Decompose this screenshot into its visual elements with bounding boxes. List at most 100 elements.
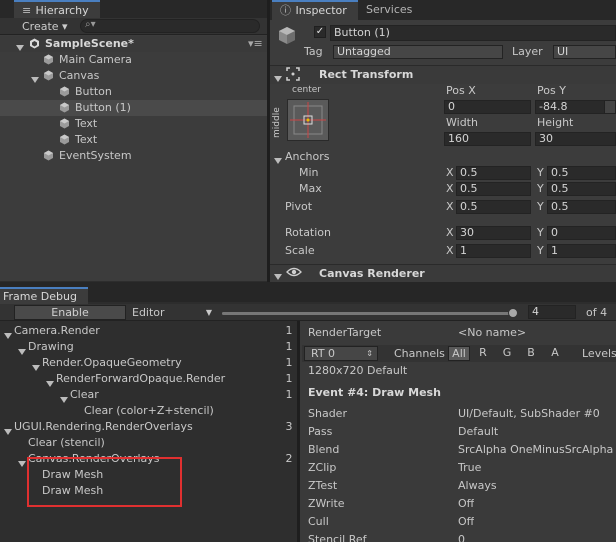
event-tree-item[interactable]: Render.OpaqueGeometry 1	[0, 355, 296, 371]
height-label: Height	[537, 116, 574, 129]
object-name-field[interactable]: Button (1)	[330, 25, 616, 41]
property-key: Pass	[308, 425, 333, 438]
event-count: 1	[285, 324, 293, 337]
tab-services[interactable]: Services	[358, 0, 428, 20]
event-title: Event #4: Draw Mesh	[308, 386, 441, 399]
event-tree-content: Camera.Render 1 Drawing 1 Render.OpaqueGeome…	[0, 323, 296, 541]
enable-button[interactable]: Enable	[14, 305, 126, 320]
scale-x-field[interactable]: 1	[456, 244, 531, 258]
blueprint-button[interactable]	[604, 100, 616, 114]
hierarchy-item-label: Button	[75, 85, 112, 98]
pos-y-label: Pos Y	[537, 84, 566, 97]
channel-button-g[interactable]: G	[496, 346, 518, 361]
render-target-label: RenderTarget	[308, 326, 382, 339]
pivot-y-label: Y	[537, 200, 544, 213]
channels-label: Channels	[394, 347, 445, 360]
anchor-preset-button[interactable]	[287, 99, 329, 141]
search-input[interactable]: ⌕▾	[80, 19, 260, 33]
rt-select[interactable]: RT 0 ⇕	[304, 346, 378, 361]
property-value: UI/Default, SubShader #0	[458, 407, 600, 420]
gameobject-icon	[43, 150, 54, 161]
tab-frame-debug[interactable]: Frame Debug	[0, 287, 88, 305]
event-slider[interactable]	[222, 308, 518, 318]
editor-dropdown[interactable]: Editor ▼	[132, 305, 216, 320]
tab-hierarchy[interactable]: ≡ Hierarchy	[14, 0, 100, 20]
render-target-value[interactable]: <No name>	[458, 326, 526, 340]
active-checkbox[interactable]: ✓	[314, 26, 326, 38]
frame-debug-tabbar	[0, 282, 616, 302]
slider-handle[interactable]	[508, 308, 518, 318]
tag-dropdown[interactable]: Untagged	[333, 45, 503, 59]
hierarchy-item[interactable]: EventSystem	[0, 148, 268, 164]
rotation-x-field[interactable]: 30	[456, 226, 531, 240]
event-total-label: of 4	[586, 306, 608, 319]
scene-menu-icon[interactable]: ▾≡	[248, 36, 263, 52]
hierarchy-item[interactable]: Button	[0, 84, 268, 100]
hierarchy-item[interactable]: Text	[0, 116, 268, 132]
hierarchy-item[interactable]: Main Camera	[0, 52, 268, 68]
gameobject-icon	[59, 118, 70, 129]
event-tree-item-label: UGUI.Rendering.RenderOverlays	[14, 420, 193, 433]
width-field[interactable]: 160	[444, 132, 531, 146]
min-x-field[interactable]: 0.5	[456, 166, 531, 180]
layer-dropdown[interactable]: UI	[553, 45, 616, 59]
pivot-y-field[interactable]: 0.5	[547, 200, 616, 214]
event-count: 3	[285, 420, 293, 433]
event-index-field[interactable]: 4	[528, 305, 576, 319]
event-count: 1	[285, 356, 293, 369]
levels-label[interactable]: Levels	[582, 346, 616, 361]
tab-inspector[interactable]: ⓘ Inspector	[272, 0, 358, 20]
gameobject-icon	[43, 70, 54, 81]
canvas-renderer-title: Canvas Renderer	[319, 267, 425, 280]
event-tree-item[interactable]: Clear 1	[0, 387, 296, 403]
scale-y-label: Y	[537, 244, 544, 257]
channel-button-r[interactable]: R	[472, 346, 494, 361]
pivot-x-field[interactable]: 0.5	[456, 200, 531, 214]
channel-button-b[interactable]: B	[520, 346, 542, 361]
hierarchy-item-label: Text	[75, 117, 98, 130]
pos-x-field[interactable]: 0	[444, 100, 531, 114]
event-tree-item[interactable]: Clear (color+Z+stencil)	[0, 403, 296, 419]
resolution-label: 1280x720 Default	[308, 364, 408, 377]
max-x-field[interactable]: 0.5	[456, 182, 531, 196]
property-value: SrcAlpha OneMinusSrcAlpha	[458, 443, 614, 456]
property-value: 0	[458, 533, 465, 542]
property-value: Off	[458, 497, 475, 510]
gameobject-icon	[59, 102, 70, 113]
property-key: ZWrite	[308, 497, 345, 510]
event-tree-item[interactable]: Drawing 1	[0, 339, 296, 355]
event-tree-item-label: Render.OpaqueGeometry	[42, 356, 182, 369]
event-tree-item-label: Camera.Render	[14, 324, 100, 337]
max-label: Max	[299, 182, 322, 195]
anchors-expand-arrow-icon[interactable]	[274, 154, 282, 167]
scene-row[interactable]	[0, 36, 268, 52]
scale-y-field[interactable]: 1	[547, 244, 616, 258]
event-count: 1	[285, 372, 293, 385]
rect-collapse-arrow-icon[interactable]	[274, 72, 282, 85]
gameobject-icon	[59, 134, 70, 145]
hierarchy-item[interactable]: Text	[0, 132, 268, 148]
event-tree-item[interactable]: Clear (stencil)	[0, 435, 296, 451]
event-tree-item[interactable]: UGUI.Rendering.RenderOverlays 3	[0, 419, 296, 435]
event-tree-item[interactable]: RenderForwardOpaque.Render 1	[0, 371, 296, 387]
property-key: Stencil Ref	[308, 533, 367, 542]
hierarchy-item[interactable]: Canvas	[0, 68, 268, 84]
eye-icon	[286, 266, 302, 278]
min-y-field[interactable]: 0.5	[547, 166, 616, 180]
scale-label: Scale	[285, 244, 315, 257]
gameobject-icon	[43, 54, 54, 65]
max-y-field[interactable]: 0.5	[547, 182, 616, 196]
hierarchy-item[interactable]: Button (1)	[0, 100, 268, 116]
rotation-y-field[interactable]: 0	[547, 226, 616, 240]
hierarchy-item-label: Canvas	[59, 69, 100, 82]
event-tree-item[interactable]: Camera.Render 1	[0, 323, 296, 339]
scale-x-label: X	[446, 244, 454, 257]
rotation-y-label: Y	[537, 226, 544, 239]
hierarchy-item-label: Text	[75, 133, 98, 146]
channel-button-all[interactable]: All	[448, 346, 470, 361]
channel-button-a[interactable]: A	[544, 346, 566, 361]
anchor-horizontal-label: center	[292, 85, 321, 95]
create-button[interactable]: Create ▾	[22, 19, 68, 34]
height-field[interactable]: 30	[535, 132, 616, 146]
min-label: Min	[299, 166, 319, 179]
